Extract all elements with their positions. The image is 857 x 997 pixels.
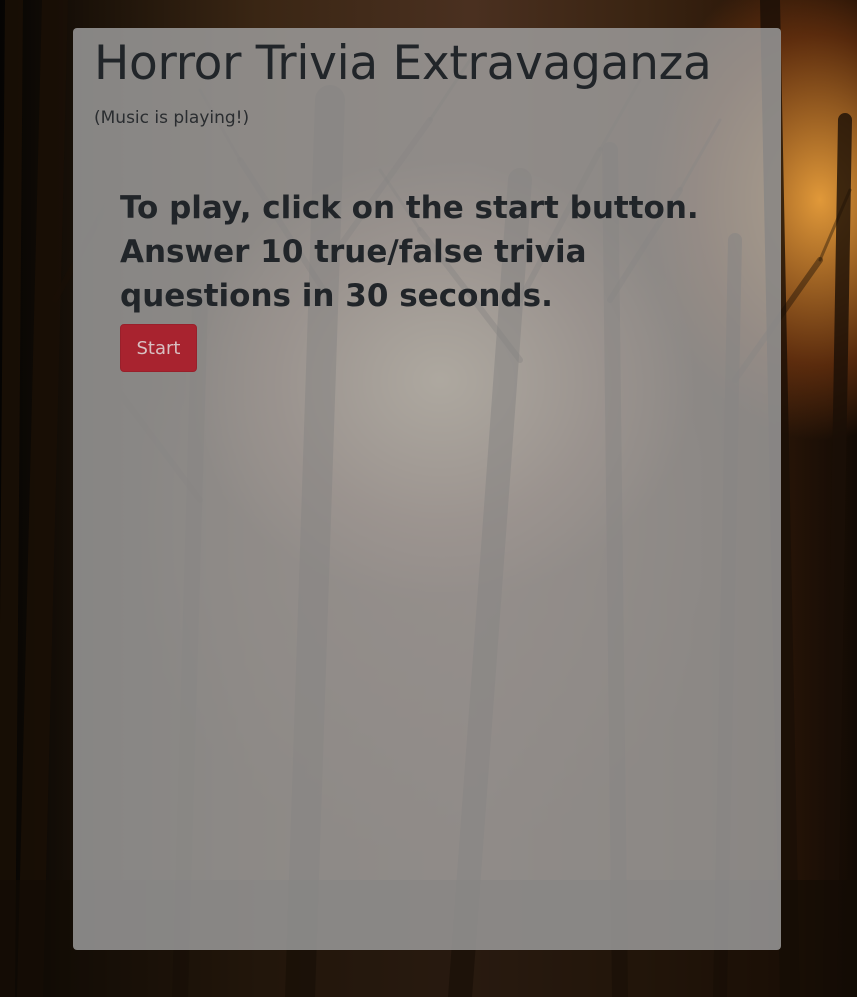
start-button[interactable]: Start bbox=[120, 324, 197, 372]
music-status-text: (Music is playing!) bbox=[94, 108, 250, 128]
game-instructions: To play, click on the start button. Answ… bbox=[120, 190, 699, 314]
trivia-card: Horror Trivia Extravaganza (Music is pla… bbox=[73, 28, 781, 950]
page-title: Horror Trivia Extravaganza bbox=[94, 36, 712, 91]
